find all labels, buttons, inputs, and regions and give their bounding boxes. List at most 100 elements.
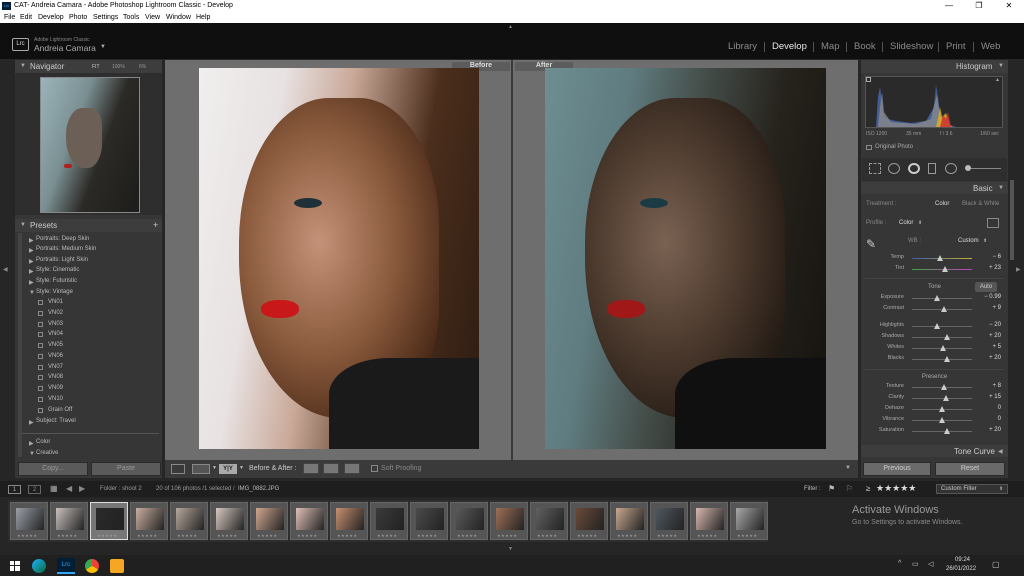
grid-view-icon[interactable]: ▦ bbox=[50, 484, 58, 493]
slider-track[interactable] bbox=[912, 398, 972, 399]
preset-group[interactable]: Portraits: Light Skin bbox=[36, 257, 88, 263]
add-preset-icon[interactable]: + bbox=[153, 220, 158, 230]
paste-button[interactable]: Paste bbox=[91, 462, 161, 476]
menu-window[interactable]: Window bbox=[166, 14, 191, 21]
slider-knob[interactable] bbox=[934, 295, 941, 301]
slider-row[interactable]: Dehaze 0 bbox=[862, 405, 1007, 415]
module-map[interactable]: Map bbox=[821, 41, 839, 52]
slider-track[interactable] bbox=[912, 359, 972, 360]
current-file[interactable]: IMG_0882.JPG bbox=[238, 486, 279, 492]
menu-edit[interactable]: Edit bbox=[20, 14, 32, 21]
filmstrip-thumbnail[interactable]: ★★★★★ bbox=[570, 502, 608, 540]
slider-track[interactable] bbox=[912, 326, 972, 327]
slider-value[interactable]: − 6 bbox=[981, 254, 1001, 260]
copy-after-to-before-icon[interactable] bbox=[323, 463, 339, 474]
filmstrip-thumbnail[interactable]: ★★★★★ bbox=[650, 502, 688, 540]
slider-track[interactable] bbox=[912, 431, 972, 432]
custom-filter-dropdown[interactable]: Custom Filter ⬍ bbox=[936, 484, 1008, 494]
flag-filter-icon[interactable]: ⚑ bbox=[828, 484, 835, 493]
profile-value[interactable]: Color bbox=[899, 220, 913, 226]
slider-row[interactable]: Texture + 8 bbox=[862, 383, 1007, 393]
preset-group[interactable]: Portraits: Medium Skin bbox=[36, 246, 96, 252]
module-web[interactable]: Web bbox=[981, 41, 1000, 52]
slider-track[interactable] bbox=[912, 337, 972, 338]
filmstrip-thumbnail[interactable]: ★★★★★ bbox=[410, 502, 448, 540]
app-icon-orange[interactable] bbox=[110, 559, 124, 573]
slider-row[interactable]: Tint + 23 bbox=[862, 265, 1007, 275]
slider-value[interactable]: + 20 bbox=[981, 427, 1001, 433]
slider-row[interactable]: Exposure − 0.99 bbox=[862, 294, 1007, 304]
crop-tool-icon[interactable] bbox=[869, 163, 881, 174]
folder-label[interactable]: Folder : shoot 2 bbox=[100, 486, 142, 492]
histogram-header[interactable]: Histogram ▼ bbox=[861, 60, 1008, 73]
minimize-button[interactable]: — bbox=[934, 0, 964, 12]
slider-value[interactable]: + 8 bbox=[981, 383, 1001, 389]
red-eye-icon[interactable] bbox=[908, 163, 920, 174]
spot-removal-icon[interactable] bbox=[888, 163, 900, 174]
zoom-6[interactable]: 6% bbox=[139, 64, 146, 70]
previous-button[interactable]: Previous bbox=[863, 462, 931, 476]
presets-header[interactable]: ▼ Presets + bbox=[15, 219, 162, 232]
preset-item[interactable]: VN09 bbox=[48, 385, 63, 391]
slider-knob[interactable] bbox=[937, 255, 944, 261]
maximize-button[interactable]: ❐ bbox=[964, 0, 994, 12]
rating-operator[interactable]: ≥ bbox=[866, 484, 870, 493]
slider-knob[interactable] bbox=[939, 406, 945, 412]
copy-before-to-after-icon[interactable] bbox=[303, 463, 319, 474]
presets-scrollbar[interactable] bbox=[18, 233, 22, 457]
slider-value[interactable]: − 0.99 bbox=[981, 294, 1001, 300]
menu-help[interactable]: Help bbox=[196, 14, 210, 21]
treatment-color[interactable]: Color bbox=[935, 201, 949, 207]
dropdown-icon[interactable]: ▼ bbox=[212, 465, 217, 471]
slider-row[interactable]: Clarity + 15 bbox=[862, 394, 1007, 404]
menu-tools[interactable]: Tools bbox=[123, 14, 139, 21]
windows-start-icon[interactable] bbox=[10, 561, 20, 571]
wb-dropdown-icon[interactable]: ⬍ bbox=[983, 238, 987, 244]
slider-value[interactable]: 0 bbox=[981, 416, 1001, 422]
notification-icon[interactable]: ▢ bbox=[992, 560, 1000, 569]
filmstrip-thumbnail[interactable]: ★★★★★ bbox=[210, 502, 248, 540]
slider-row[interactable]: Temp − 6 bbox=[862, 254, 1007, 264]
preset-group[interactable]: Subject: Travel bbox=[36, 418, 76, 424]
wb-value[interactable]: Custom bbox=[958, 238, 979, 244]
slider-knob[interactable] bbox=[943, 428, 950, 434]
module-library[interactable]: Library bbox=[728, 41, 757, 52]
slider-row[interactable]: Vibrance 0 bbox=[862, 416, 1007, 426]
filmstrip-thumbnail[interactable]: ★★★★★ bbox=[490, 502, 528, 540]
menu-settings[interactable]: Settings bbox=[93, 14, 118, 21]
menu-view[interactable]: View bbox=[145, 14, 160, 21]
right-panel-scrollbar[interactable] bbox=[1010, 180, 1014, 260]
chrome-icon[interactable] bbox=[85, 559, 99, 573]
filmstrip-thumbnail[interactable]: ★★★★★ bbox=[290, 502, 328, 540]
graduated-filter-icon[interactable] bbox=[928, 163, 936, 174]
filmstrip-thumbnail[interactable]: ★★★★★ bbox=[610, 502, 648, 540]
filmstrip-thumbnail[interactable]: ★★★★★ bbox=[330, 502, 368, 540]
profile-dropdown-icon[interactable]: ⬍ bbox=[918, 220, 922, 226]
second-window-icon[interactable]: 2 bbox=[28, 485, 41, 494]
filmstrip-thumbnail[interactable]: ★★★★★ bbox=[50, 502, 88, 540]
filmstrip-thumbnail[interactable]: ★★★★★ bbox=[690, 502, 728, 540]
profile-browser-icon[interactable] bbox=[987, 218, 999, 228]
preset-item[interactable]: VN02 bbox=[48, 310, 63, 316]
soft-proofing-checkbox[interactable] bbox=[371, 465, 378, 472]
filmstrip-thumbnail[interactable]: ★★★★★ bbox=[450, 502, 488, 540]
menu-develop[interactable]: Develop bbox=[38, 14, 64, 21]
preset-item[interactable]: VN06 bbox=[48, 353, 63, 359]
preset-item[interactable]: Grain Off bbox=[48, 407, 72, 413]
module-slideshow[interactable]: Slideshow bbox=[890, 41, 933, 52]
tray-chevron-icon[interactable]: ^ bbox=[898, 560, 901, 567]
basic-header[interactable]: Basic ▼ bbox=[861, 182, 1008, 194]
slider-row[interactable]: Blacks + 20 bbox=[862, 355, 1007, 365]
highlight-clipping-icon[interactable]: ▲ bbox=[995, 77, 1000, 83]
radial-filter-icon[interactable] bbox=[945, 163, 957, 174]
slider-value[interactable]: + 23 bbox=[981, 265, 1001, 271]
edge-icon[interactable] bbox=[32, 559, 46, 573]
star-filter[interactable]: ★★★★★ bbox=[876, 483, 916, 494]
treatment-bw[interactable]: Black & White bbox=[962, 201, 999, 207]
reset-button[interactable]: Reset bbox=[935, 462, 1005, 476]
slider-knob[interactable] bbox=[943, 395, 950, 401]
left-panel-toggle-icon[interactable]: ◀ bbox=[3, 266, 8, 273]
right-panel-toggle-icon[interactable]: ▶ bbox=[1016, 266, 1021, 273]
slider-knob[interactable] bbox=[943, 356, 950, 362]
shadow-clipping-icon[interactable] bbox=[866, 77, 871, 82]
